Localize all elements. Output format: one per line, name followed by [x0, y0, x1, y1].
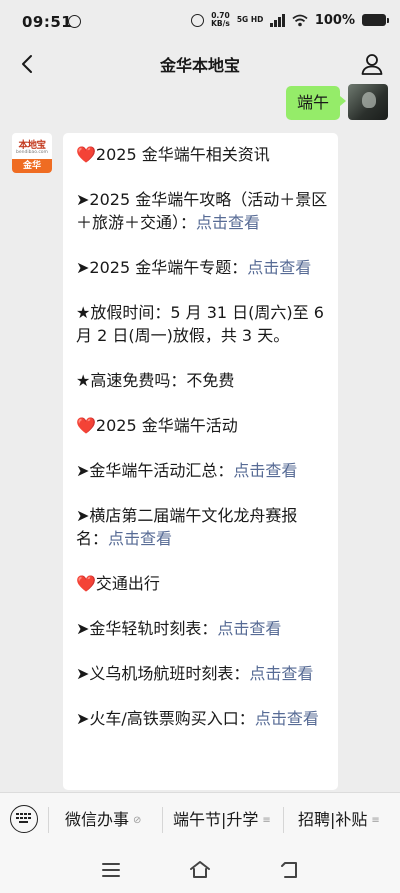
menu-item-jobs-subsidies[interactable]: 招聘|补贴 ≡: [298, 809, 380, 831]
message-paragraph: ❤️2025 金华端午相关资讯: [76, 145, 270, 164]
submenu-icon: ≡: [371, 814, 380, 826]
arrow-icon: ➤: [76, 664, 90, 683]
bot-avatar-domain: bendibao.com: [16, 150, 48, 155]
view-link[interactable]: 点击查看: [108, 529, 172, 548]
network-type: 5G HD: [236, 15, 264, 24]
arrow-icon: ➤: [76, 461, 90, 480]
status-bar: 09:51 0.70 KB/s 5G HD 100%: [0, 0, 400, 44]
received-message-bubble: ❤️2025 金华端午相关资讯 ➤2025 金华端午攻略（活动＋景区＋旅游＋交通…: [63, 133, 338, 790]
view-link[interactable]: 点击查看: [217, 619, 281, 638]
menu-divider: [162, 807, 163, 833]
keyboard-icon[interactable]: [10, 805, 38, 833]
arrow-icon: ➤: [76, 619, 90, 638]
system-nav-bar: [0, 846, 400, 893]
message-paragraph: ❤️交通出行: [76, 574, 160, 593]
message-paragraph: ❤️2025 金华端午活动: [76, 416, 238, 435]
sent-message-row: 端午: [285, 84, 388, 120]
heart-icon: ❤️: [76, 574, 96, 593]
page-title: 金华本地宝: [159, 56, 240, 75]
heart-icon: ❤️: [76, 145, 96, 164]
star-icon: ★: [76, 303, 91, 322]
menu-icon[interactable]: [99, 858, 123, 882]
message-paragraph: ★放假时间：5 月 31 日(周六)至 6 月 2 日(周一)放假，共 3 天。: [76, 303, 324, 345]
notification-icon: [68, 15, 81, 28]
home-icon[interactable]: [188, 858, 212, 882]
menu-item-wechat-services[interactable]: 微信办事 ⊘: [65, 809, 141, 831]
star-icon: ★: [76, 371, 91, 390]
bot-avatar-logo-text: 本地宝: [18, 140, 46, 151]
alarm-icon: [191, 13, 205, 27]
arrow-icon: ➤: [76, 258, 90, 277]
nav-bar: 金华本地宝: [0, 44, 400, 84]
arrow-icon: ➤: [76, 709, 90, 728]
message-paragraph: ➤义乌机场航班时刻表：点击查看: [76, 664, 314, 683]
battery-text: 100%: [314, 12, 355, 28]
view-link[interactable]: 点击查看: [196, 213, 260, 232]
net-speed: 0.70 KB/s: [211, 11, 230, 28]
user-avatar[interactable]: [348, 84, 388, 120]
person-icon[interactable]: [358, 50, 386, 78]
view-link[interactable]: 点击查看: [255, 709, 319, 728]
message-paragraph: ➤2025 金华端午攻略（活动＋景区＋旅游＋交通）：点击查看: [76, 190, 328, 232]
view-link[interactable]: 点击查看: [249, 664, 313, 683]
signal-icon: [270, 13, 285, 27]
view-link[interactable]: 点击查看: [233, 461, 297, 480]
status-time: 09:51: [22, 13, 73, 31]
arrow-icon: ➤: [76, 190, 90, 209]
heart-icon: ❤️: [76, 416, 96, 435]
back-icon[interactable]: [277, 858, 301, 882]
bot-avatar[interactable]: 本地宝 bendibao.com 金华: [12, 133, 52, 173]
battery-icon: [362, 14, 389, 26]
message-paragraph: ➤金华端午活动汇总：点击查看: [76, 461, 298, 480]
status-right: 0.70 KB/s 5G HD 100%: [191, 11, 389, 28]
bot-avatar-city: 金华: [12, 159, 52, 173]
message-content: ❤️2025 金华端午相关资讯 ➤2025 金华端午攻略（活动＋景区＋旅游＋交通…: [76, 143, 328, 752]
submenu-icon: ≡: [262, 814, 271, 826]
arrow-icon: ➤: [76, 506, 90, 525]
menu-divider: [48, 807, 49, 833]
sent-message-text: 端午: [296, 93, 329, 112]
menu-item-dragon-boat-education[interactable]: 端午节|升学 ≡: [173, 809, 271, 831]
message-paragraph: ➤火车/高铁票购买入口：点击查看: [76, 709, 319, 728]
bottom-menu: 微信办事 ⊘ 端午节|升学 ≡ 招聘|补贴 ≡: [0, 792, 400, 847]
menu-divider: [283, 807, 284, 833]
message-paragraph: ➤2025 金华端午专题：点击查看: [76, 258, 312, 277]
message-paragraph: ➤横店第二届端午文化龙舟赛报名：点击查看: [76, 506, 298, 548]
sent-message-bubble[interactable]: 端午: [285, 86, 347, 120]
message-paragraph: ➤金华轻轨时刻表：点击查看: [76, 619, 282, 638]
message-paragraph: ★高速免费吗：不免费: [76, 371, 235, 390]
view-link[interactable]: 点击查看: [247, 258, 311, 277]
link-icon: ⊘: [133, 814, 142, 826]
wifi-icon: [292, 14, 308, 26]
